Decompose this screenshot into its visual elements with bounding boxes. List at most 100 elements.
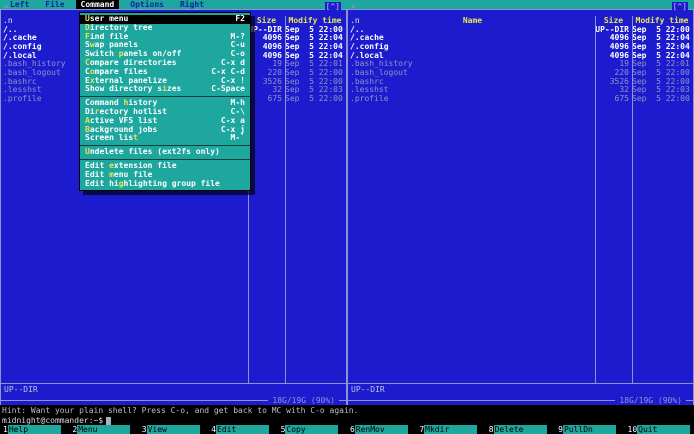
fkey-number: 2 xyxy=(72,425,78,434)
fkey-4-edit[interactable]: 4 Edit xyxy=(208,425,277,434)
file-row[interactable]: /.local 4096 Sep 5 22:04 xyxy=(348,52,693,61)
file-size: 220 xyxy=(614,68,629,77)
menu-hotkey-letter: U xyxy=(85,148,90,157)
menu-item-shortcut: F2 xyxy=(235,14,245,23)
time-column-header[interactable]: Modify time xyxy=(632,16,692,26)
size-column-header[interactable]: Size xyxy=(248,16,285,26)
file-size: 4096 xyxy=(262,34,282,43)
time-column-header[interactable]: Modify time xyxy=(285,16,345,26)
menu-item-find-file[interactable]: Find file M-? xyxy=(80,32,250,42)
menu-hotkey-letter: i xyxy=(162,85,167,94)
menubar-item-options[interactable]: Options xyxy=(125,0,169,9)
menu-hotkey-letter: t xyxy=(133,134,138,143)
fkey-label: Quit xyxy=(637,425,691,434)
menu-item-edit-menu-file[interactable]: Edit menu file xyxy=(80,171,250,180)
fkey-label: Help xyxy=(7,425,61,434)
menu-item-command-history[interactable]: Command history M-h xyxy=(80,98,250,108)
menubar-item-command[interactable]: Command xyxy=(75,0,120,9)
menu-item-label: Directory tree xyxy=(85,23,153,32)
file-size: 32 xyxy=(272,86,282,95)
file-name: .bash_logout xyxy=(350,68,408,77)
menu-item-label: Edit extension file xyxy=(85,161,177,170)
file-name: /.config xyxy=(350,42,389,51)
menu-item-directory-tree[interactable]: Directory tree xyxy=(80,24,250,33)
menu-item-swap-panels[interactable]: Swap panels C-u xyxy=(80,41,250,50)
fkey-label: Delete xyxy=(493,425,547,434)
file-size: 4096 xyxy=(609,34,629,43)
menu-item-label: Compare files xyxy=(85,67,148,76)
fkey-8-delete[interactable]: 8 Delete xyxy=(486,425,555,434)
file-row[interactable]: .profile 675 Sep 5 22:00 xyxy=(348,95,693,104)
fkey-label: PullDn xyxy=(562,425,616,434)
command-menu: User menu F2 Directory tree Find file M-? Swa… xyxy=(79,12,251,192)
menu-item-label: Edit highlighting group file xyxy=(85,179,220,188)
menu-hotkey-letter: e xyxy=(109,161,114,170)
fkey-9-pulldn[interactable]: 9 PullDn xyxy=(555,425,624,434)
file-mtime: Sep 5 22:00 xyxy=(285,95,343,103)
menu-separator xyxy=(80,94,250,99)
menu-item-edit-extension-file[interactable]: Edit extension file xyxy=(80,162,250,171)
fkey-2-menu[interactable]: 2 Menu xyxy=(69,425,138,434)
file-mtime: Sep 5 22:00 xyxy=(285,77,343,86)
menu-item-label: User menu xyxy=(85,15,129,23)
file-name: .bashrc xyxy=(350,77,384,86)
mini-status: UP--DIR xyxy=(351,385,385,394)
menu-hotkey-letter: o xyxy=(89,67,95,76)
file-size: UP--DIR xyxy=(248,25,282,34)
menu-hotkey-letter: m xyxy=(109,170,114,179)
menu-item-show-directory-sizes[interactable]: Show directory sizes C-Space xyxy=(80,85,250,94)
file-row[interactable]: /.config 4096 Sep 5 22:04 xyxy=(348,43,693,52)
file-mtime: Sep 5 22:04 xyxy=(632,34,690,43)
history-back-icon[interactable]: < xyxy=(4,3,9,11)
file-size: 4096 xyxy=(609,51,629,60)
menu-item-label: Background jobs xyxy=(85,125,158,134)
menu-hotkey-letter: C xyxy=(85,58,90,67)
menu-item-label: Command history xyxy=(85,99,158,108)
panel-right-file-list: .n Name Size Modify time /.. UP--DIR Sep 5 … xyxy=(348,16,693,383)
menu-item-label: Switch panels on/off xyxy=(85,50,182,59)
fkey-10-quit[interactable]: 10 Quit xyxy=(625,425,694,434)
fkey-5-copy[interactable]: 5 Copy xyxy=(278,425,347,434)
file-name: .profile xyxy=(350,95,389,103)
file-mtime: Sep 5 22:01 xyxy=(632,60,690,69)
file-row[interactable]: /.. UP--DIR Sep 5 22:00 xyxy=(348,26,693,35)
file-mtime: Sep 5 22:00 xyxy=(632,68,690,77)
file-size: 675 xyxy=(614,95,629,103)
file-row[interactable]: /.cache 4096 Sep 5 22:04 xyxy=(348,34,693,43)
command-line[interactable]: midnight@commander:~$ xyxy=(0,416,694,425)
menubar-item-right[interactable]: Right xyxy=(175,0,209,9)
fkey-6-renmov[interactable]: 6 RenMov xyxy=(347,425,416,434)
file-row[interactable]: .bash_history 19 Sep 5 22:01 xyxy=(348,60,693,69)
file-row[interactable]: .lesshst 32 Sep 5 22:03 xyxy=(348,86,693,95)
menu-item-undelete-files-ext2fs-only[interactable]: Undelete files (ext2fs only) xyxy=(80,148,250,157)
fkey-number: 6 xyxy=(349,425,355,434)
file-panel-right: < [^] .n Name Size Modify time /.. UP--DIR… xyxy=(347,2,694,405)
menubar-item-left[interactable]: Left xyxy=(5,0,34,9)
up-directory-icon[interactable]: [^] xyxy=(324,2,341,11)
menu-hotkey-letter: g xyxy=(118,179,124,188)
history-back-icon[interactable]: < xyxy=(351,3,356,11)
size-column-header[interactable]: Size xyxy=(595,16,632,26)
fkey-7-mkdir[interactable]: 7 Mkdir xyxy=(416,425,485,434)
menu-item-screen-list[interactable]: Screen list M-` xyxy=(80,134,250,143)
fkey-label: Edit xyxy=(216,425,269,434)
fkey-3-view[interactable]: 3 View xyxy=(139,425,208,434)
column-divider xyxy=(595,16,596,383)
panel-left-bottom-frame: 18G/19G (90%) xyxy=(1,396,346,405)
file-size: 4096 xyxy=(262,42,282,51)
file-row[interactable]: .bash_logout 220 Sep 5 22:00 xyxy=(348,69,693,78)
file-size: 675 xyxy=(267,95,282,103)
menubar-item-file[interactable]: File xyxy=(40,0,69,9)
file-row[interactable]: .bashrc 3526 Sep 5 22:00 xyxy=(348,78,693,87)
column-divider xyxy=(285,16,286,383)
menu-item-edit-highlighting-group-file[interactable]: Edit highlighting group file xyxy=(80,180,250,189)
menu-separator xyxy=(80,157,250,162)
name-column-header[interactable]: .nName xyxy=(348,16,595,26)
menu-item-user-menu[interactable]: User menu F2 xyxy=(80,14,250,24)
file-mtime: Sep 5 22:04 xyxy=(285,34,343,43)
menu-item-background-jobs[interactable]: Background jobs C-x j xyxy=(80,125,250,135)
fkey-1-help[interactable]: 1 Help xyxy=(0,425,69,434)
up-directory-icon[interactable]: [^] xyxy=(671,2,688,11)
fkey-number: 3 xyxy=(141,425,147,434)
fkey-number: 10 xyxy=(627,425,638,434)
